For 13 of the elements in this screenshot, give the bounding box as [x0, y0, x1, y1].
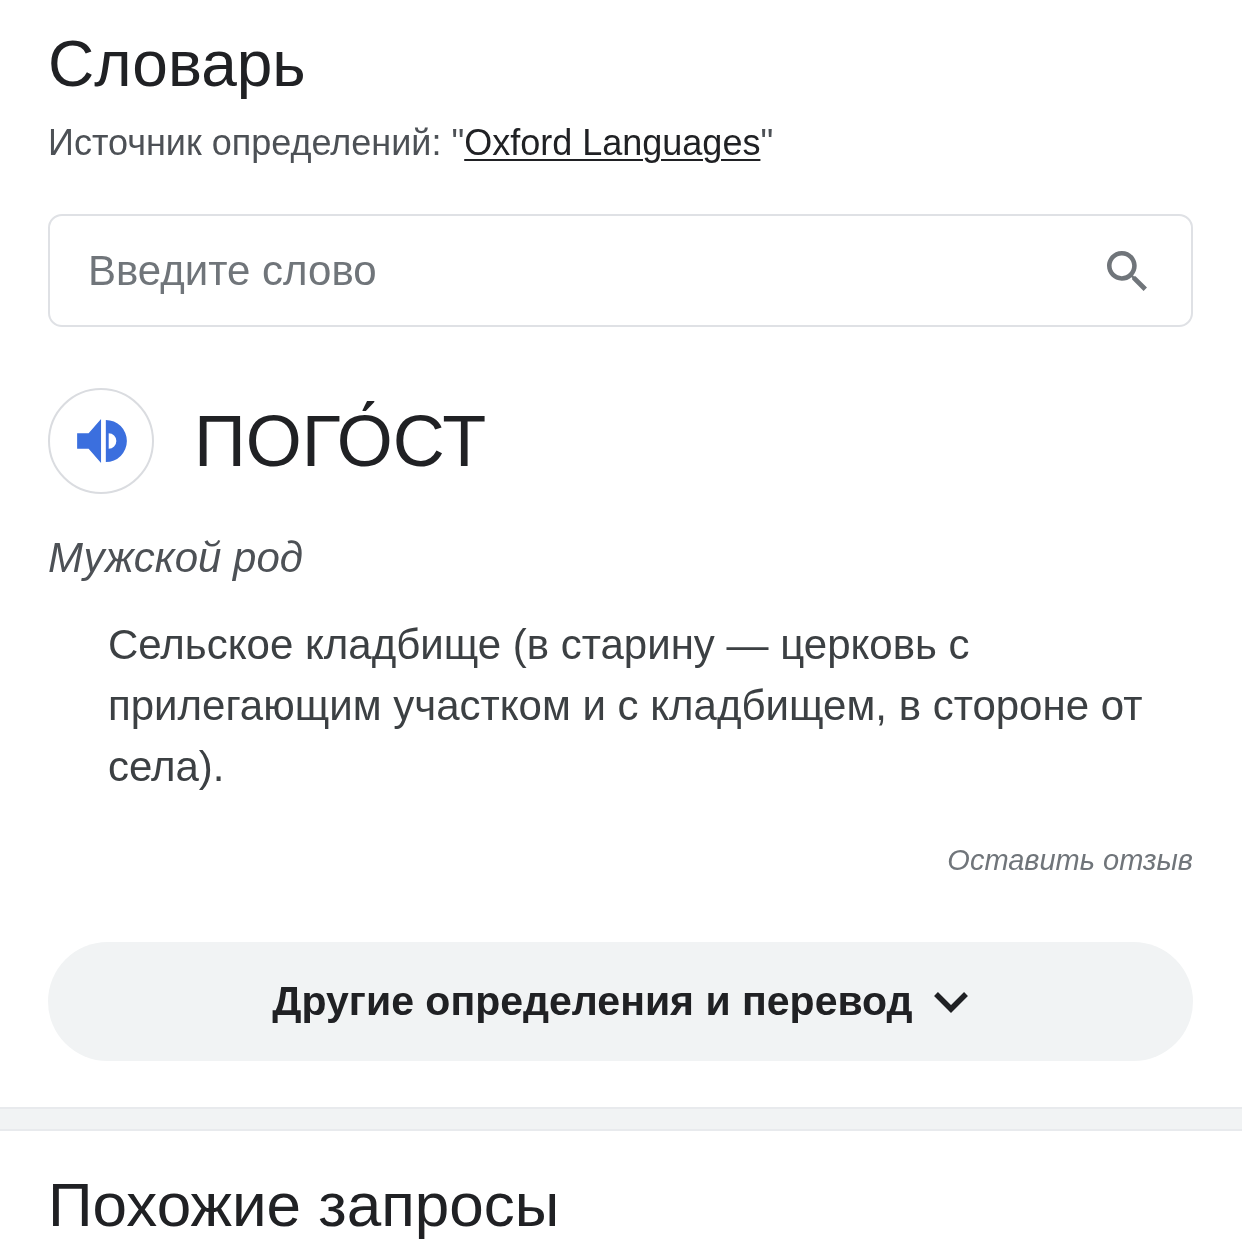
source-link[interactable]: Oxford Languages [464, 122, 761, 163]
section-title: Словарь [48, 27, 307, 102]
speaker-icon [77, 419, 127, 463]
search-bar[interactable]: Введите слово [48, 214, 1193, 327]
source-text: Источник определений: "Oxford Languages" [48, 122, 775, 164]
feedback-link[interactable]: Оставить отзыв [947, 841, 1193, 879]
search-icon[interactable] [1107, 250, 1147, 291]
search-input[interactable]: Введите слово [88, 245, 1107, 296]
definition-text: Сельское кладбище (в старину — церковь с прилегающим участком и с кладбищем, в стороне от села). [108, 620, 1144, 792]
more-definitions-button[interactable]: Другие определения и перевод [48, 942, 1193, 1061]
part-of-speech: Мужской род [48, 534, 304, 582]
section-title: Похожие запросы [48, 1171, 561, 1239]
headword: ПОГО́СТ [194, 400, 487, 483]
